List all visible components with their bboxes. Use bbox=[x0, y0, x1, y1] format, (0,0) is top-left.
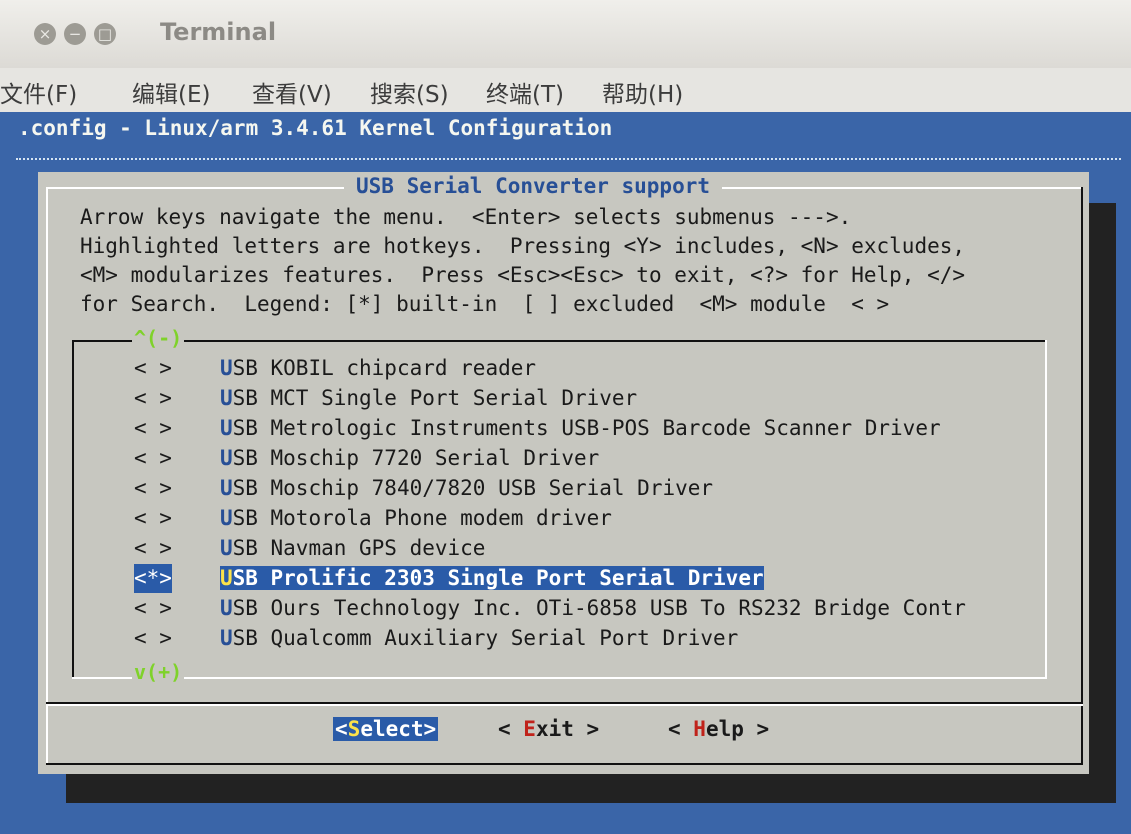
item-hotkey: U bbox=[219, 356, 233, 380]
item-label: USB MCT Single Port Serial Driver bbox=[220, 386, 637, 410]
dialog-title: USB Serial Converter support bbox=[344, 174, 723, 198]
item-state: < > bbox=[134, 356, 172, 380]
item-text: SB Motorola Phone modem driver bbox=[232, 506, 612, 530]
menu-item[interactable]: < > USB MCT Single Port Serial Driver bbox=[134, 384, 637, 413]
menu-terminal[interactable]: 终端(T) bbox=[486, 75, 564, 109]
help-button[interactable]: < Help > bbox=[668, 717, 769, 741]
help-line-4: for Search. Legend: [*] built-in [ ] exc… bbox=[80, 292, 890, 316]
menu-help[interactable]: 帮助(H) bbox=[602, 75, 683, 109]
window-titlebar: × − □ Terminal bbox=[0, 0, 1131, 69]
button-separator-highlight bbox=[46, 704, 1083, 706]
item-label: USB Motorola Phone modem driver bbox=[220, 506, 612, 530]
item-state: < > bbox=[134, 416, 172, 440]
menu-file[interactable]: 文件(F) bbox=[0, 75, 77, 109]
menubar: 文件(F) 编辑(E) 查看(V) 搜索(S) 终端(T) 帮助(H) bbox=[0, 68, 1131, 112]
menu-item[interactable]: < > USB Qualcomm Auxiliary Serial Port D… bbox=[134, 624, 738, 653]
item-hotkey: U bbox=[219, 566, 233, 590]
dialog-border-bottom bbox=[46, 763, 1083, 765]
menu-item[interactable]: < > USB Ours Technology Inc. OTi-6858 US… bbox=[134, 594, 966, 623]
list-border-right bbox=[1045, 340, 1047, 678]
item-hotkey: U bbox=[219, 506, 233, 530]
menu-item[interactable]: < > USB Moschip 7720 Serial Driver bbox=[134, 444, 599, 473]
item-hotkey: U bbox=[219, 476, 233, 500]
scroll-up-indicator: ^(-) bbox=[132, 326, 185, 350]
item-hotkey: U bbox=[219, 536, 233, 560]
exit-button[interactable]: < Exit > bbox=[498, 717, 599, 741]
button-hotkey: S bbox=[347, 717, 361, 741]
item-text: SB Ours Technology Inc. OTi-6858 USB To … bbox=[232, 596, 966, 620]
window-title: Terminal bbox=[160, 18, 277, 46]
item-state: < > bbox=[134, 386, 172, 410]
item-hotkey: U bbox=[219, 386, 233, 410]
config-title-underline bbox=[16, 158, 1121, 160]
menu-item-selected[interactable]: <*> USB Prolific 2303 Single Port Serial… bbox=[134, 564, 764, 593]
item-hotkey: U bbox=[219, 416, 233, 440]
item-text: SB Metrologic Instruments USB-POS Barcod… bbox=[232, 416, 941, 440]
menu-view[interactable]: 查看(V) bbox=[252, 75, 332, 109]
item-label: USB Prolific 2303 Single Port Serial Dri… bbox=[219, 566, 764, 590]
select-button[interactable]: <Select> bbox=[333, 717, 439, 741]
menu-search[interactable]: 搜索(S) bbox=[370, 75, 449, 109]
button-text: elp > bbox=[705, 717, 770, 741]
scroll-down-indicator: v(+) bbox=[132, 660, 185, 684]
item-text: SB Prolific 2303 Single Port Serial Driv… bbox=[232, 566, 764, 590]
item-state: < > bbox=[134, 536, 172, 560]
button-hotkey: E bbox=[523, 717, 536, 741]
button-bracket: < bbox=[498, 717, 524, 741]
item-label: USB Qualcomm Auxiliary Serial Port Drive… bbox=[220, 626, 738, 650]
item-text: SB MCT Single Port Serial Driver bbox=[232, 386, 638, 410]
item-text: SB Moschip 7720 Serial Driver bbox=[232, 446, 600, 470]
menu-item[interactable]: < > USB Moschip 7840/7820 USB Serial Dri… bbox=[134, 474, 713, 503]
item-state: < > bbox=[134, 476, 172, 500]
item-text: SB Navman GPS device bbox=[232, 536, 486, 560]
config-title: .config - Linux/arm 3.4.61 Kernel Config… bbox=[18, 116, 613, 140]
menu-item[interactable]: < > USB Navman GPS device bbox=[134, 534, 485, 563]
help-line-2: Highlighted letters are hotkeys. Pressin… bbox=[80, 234, 966, 258]
item-hotkey: U bbox=[219, 446, 233, 470]
menu-item[interactable]: < > USB Motorola Phone modem driver bbox=[134, 504, 612, 533]
menu-item[interactable]: < > USB Metrologic Instruments USB-POS B… bbox=[134, 414, 941, 443]
help-line-1: Arrow keys navigate the menu. <Enter> se… bbox=[80, 205, 852, 229]
dialog-border-right bbox=[1081, 187, 1083, 764]
item-label: USB Moschip 7840/7820 USB Serial Driver bbox=[220, 476, 713, 500]
maximize-icon[interactable]: □ bbox=[94, 23, 116, 45]
item-label: USB Moschip 7720 Serial Driver bbox=[220, 446, 599, 470]
item-hotkey: U bbox=[219, 626, 233, 650]
button-hotkey: H bbox=[693, 717, 706, 741]
menu-edit[interactable]: 编辑(E) bbox=[132, 75, 210, 109]
button-text: elect> bbox=[360, 717, 437, 741]
item-state: <*> bbox=[134, 564, 172, 593]
item-text: SB Qualcomm Auxiliary Serial Port Driver bbox=[232, 626, 739, 650]
item-text: SB Moschip 7840/7820 USB Serial Driver bbox=[232, 476, 714, 500]
dialog-border-left bbox=[46, 187, 48, 764]
item-state: < > bbox=[134, 446, 172, 470]
button-bracket: < bbox=[335, 717, 348, 741]
item-text: SB KOBIL chipcard reader bbox=[232, 356, 537, 380]
button-text: xit > bbox=[535, 717, 600, 741]
menu-item[interactable]: < > USB KOBIL chipcard reader bbox=[134, 354, 536, 383]
list-border-bottom bbox=[72, 677, 1047, 679]
minimize-icon[interactable]: − bbox=[64, 23, 86, 45]
help-line-3: <M> modularizes features. Press <Esc><Es… bbox=[80, 263, 966, 287]
list-border-top bbox=[72, 340, 1047, 342]
item-label: USB Navman GPS device bbox=[220, 536, 486, 560]
item-label: USB Metrologic Instruments USB-POS Barco… bbox=[220, 416, 941, 440]
item-state: < > bbox=[134, 506, 172, 530]
item-state: < > bbox=[134, 626, 172, 650]
item-label: USB Ours Technology Inc. OTi-6858 USB To… bbox=[220, 596, 966, 620]
item-hotkey: U bbox=[219, 596, 233, 620]
list-border-left bbox=[72, 340, 74, 678]
close-icon[interactable]: × bbox=[34, 23, 56, 45]
item-label: USB KOBIL chipcard reader bbox=[220, 356, 536, 380]
button-bracket: < bbox=[668, 717, 694, 741]
item-state: < > bbox=[134, 596, 172, 620]
